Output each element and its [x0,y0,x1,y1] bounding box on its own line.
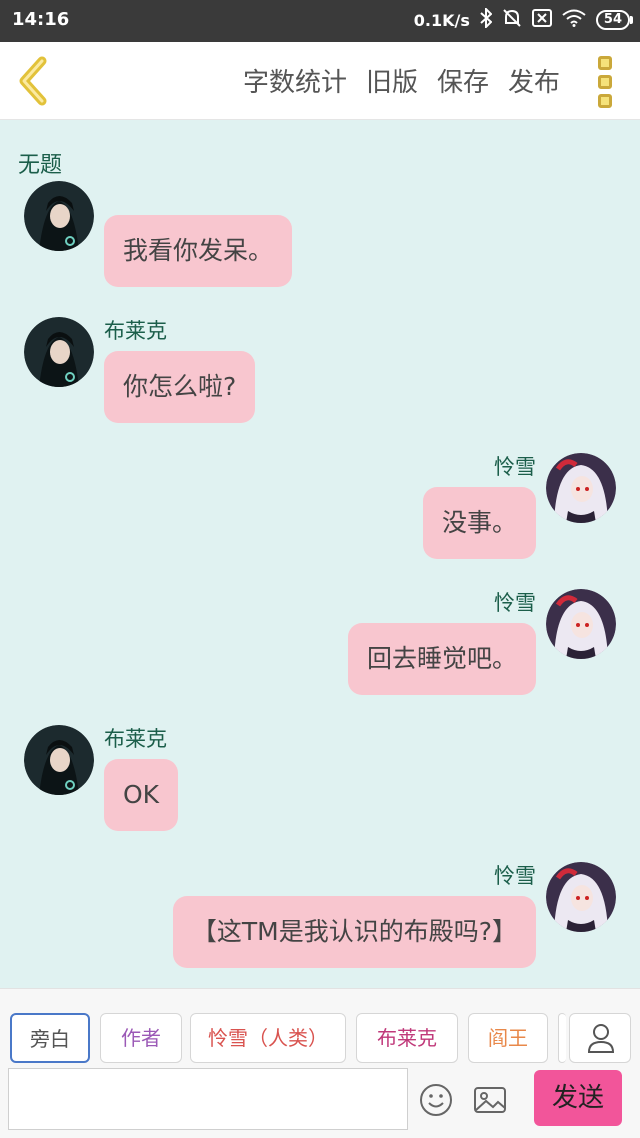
battery-icon: 54 [595,10,634,30]
role-author[interactable]: 作者 [100,1013,182,1063]
bluetooth-icon [480,6,493,32]
mute-icon [502,8,522,32]
message-bubble: OK [104,759,179,831]
emoji-icon[interactable] [418,1082,454,1118]
sender-name: 布莱克 [104,727,167,751]
net-speed: 0.1K/s [413,10,470,30]
header-actions: 字数统计 旧版 保存 发布 [243,62,560,99]
role-blake[interactable]: 布莱克 [356,1013,458,1063]
sender-name: 怜雪 [494,591,536,615]
user-icon [587,1024,615,1053]
role-narrator[interactable]: 旁白 [10,1013,90,1063]
status-right: 0.1K/s 54 [413,6,634,32]
save-button[interactable]: 保存 [437,62,489,99]
chat-area[interactable]: 无题 我看你发呆。 布莱克 你怎么啦? 怜雪 没事。 怜雪 回去睡觉吧。 布莱克… [0,121,640,988]
status-time: 14:16 [12,9,70,30]
sender-name: 布莱克 [104,319,167,343]
message-bubble: 没事。 [422,487,536,559]
role-yanwang[interactable]: 阎王 [468,1013,548,1063]
add-role-button[interactable] [569,1013,631,1063]
dark-hair-avatar [24,181,94,251]
more-menu-icon[interactable] [598,56,618,108]
send-button[interactable]: 发送 [534,1070,622,1126]
white-hair-avatar [546,862,616,932]
wifi-icon [562,9,586,31]
sender-name: 怜雪 [494,455,536,479]
white-hair-avatar [546,453,616,523]
white-hair-avatar [546,589,616,659]
sim-off-icon [531,9,552,31]
back-button[interactable] [14,56,54,106]
status-bar: 14:16 0.1K/s 54 [0,0,640,42]
dark-hair-avatar [24,317,94,387]
document-title[interactable]: 无题 [18,147,62,179]
image-icon[interactable] [472,1082,508,1118]
role-partial[interactable] [558,1013,566,1063]
message-bubble: 你怎么啦? [104,351,256,423]
role-lianxue[interactable]: 怜雪（人类） [190,1013,346,1063]
message-bubble: 我看你发呆。 [104,215,293,287]
message-bubble: 【这TM是我认识的布殿吗?】 [172,896,536,968]
back-arrow-icon [19,56,47,106]
sender-name: 怜雪 [494,864,536,888]
message-bubble: 回去睡觉吧。 [347,623,536,695]
editor-header: 字数统计 旧版 保存 发布 [0,42,640,120]
word-count-button[interactable]: 字数统计 [243,62,347,99]
message-input[interactable] [8,1068,408,1130]
old-version-button[interactable]: 旧版 [366,62,418,99]
input-bar: 发送 [0,1064,640,1138]
role-selector-bar: 旁白 作者 怜雪（人类） 布莱克 阎王 [0,988,640,1064]
dark-hair-avatar [24,725,94,795]
publish-button[interactable]: 发布 [508,62,560,99]
